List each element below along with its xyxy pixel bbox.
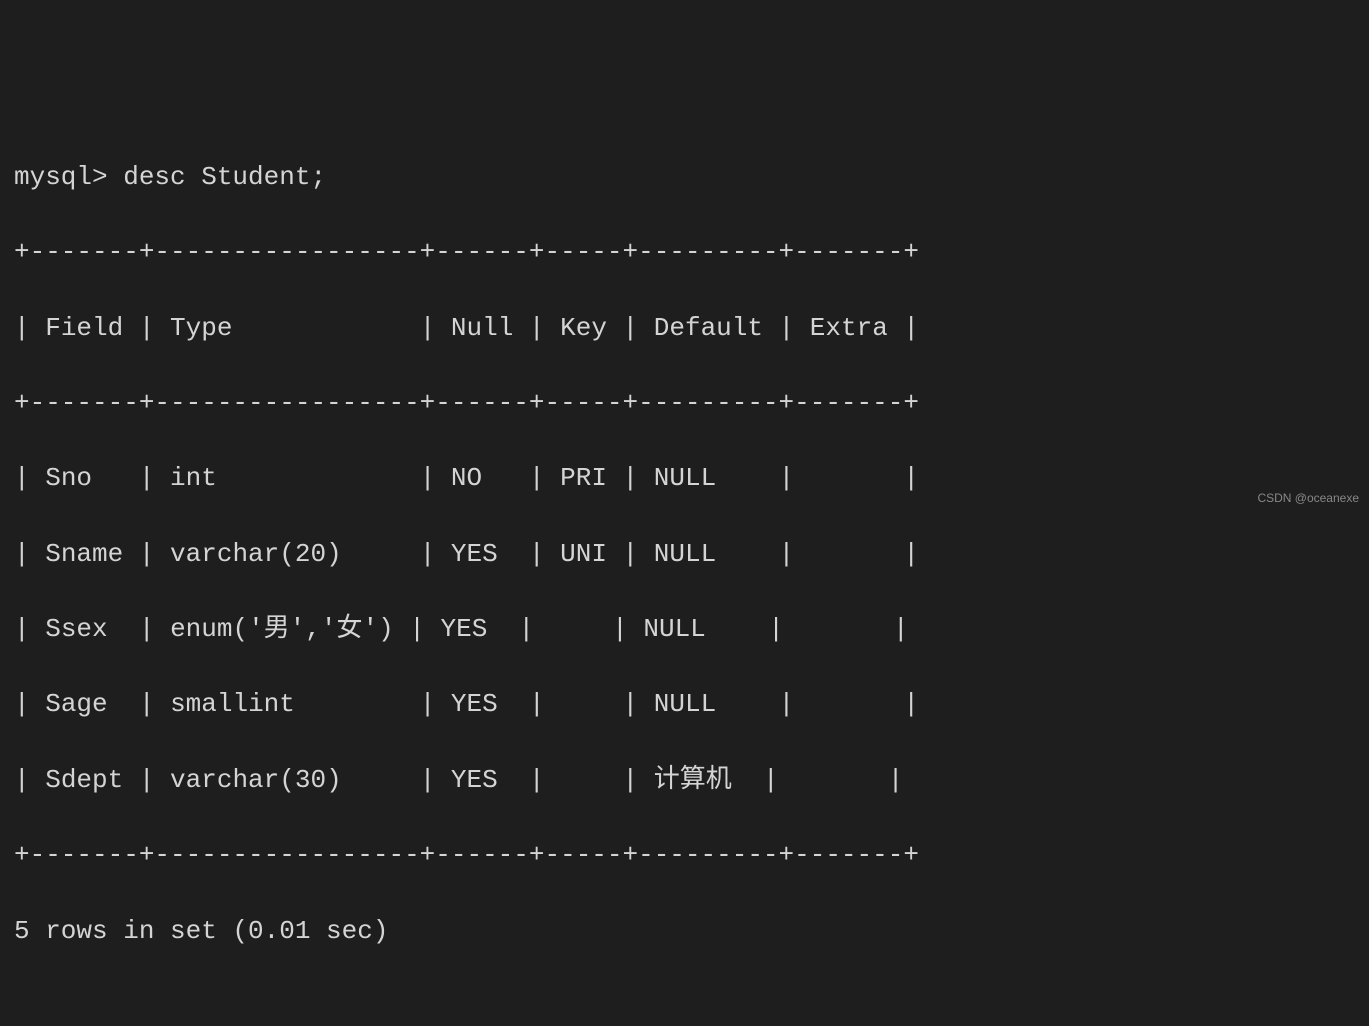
table-row: | Sage | smallint | YES | | NULL | | xyxy=(14,686,1355,724)
cell-key: UNI xyxy=(560,539,607,569)
table-border-bottom: +-------+-----------------+------+-----+… xyxy=(14,837,1355,875)
cell-default: NULL xyxy=(643,614,705,644)
table-border-top: +-------+-----------------+------+-----+… xyxy=(14,234,1355,272)
table-row: | Sname | varchar(20) | YES | UNI | NULL… xyxy=(14,536,1355,574)
header-default: Default xyxy=(654,313,763,343)
header-key: Key xyxy=(560,313,607,343)
table-row: | Sno | int | NO | PRI | NULL | | xyxy=(14,460,1355,498)
cell-type: varchar(20) xyxy=(170,539,342,569)
cell-default: NULL xyxy=(654,539,716,569)
header-null: Null xyxy=(451,313,513,343)
cell-null: YES xyxy=(451,539,498,569)
cell-null: YES xyxy=(451,765,498,795)
table-row: | Sdept | varchar(30) | YES | | 计算机 | | xyxy=(14,762,1355,800)
cell-default: 计算机 xyxy=(654,765,732,795)
table-header-row: | Field | Type | Null | Key | Default | … xyxy=(14,310,1355,348)
cell-field: Ssex xyxy=(45,614,107,644)
cell-type: varchar(30) xyxy=(170,765,342,795)
cell-type: int xyxy=(170,463,217,493)
cell-default: NULL xyxy=(654,463,716,493)
cell-null: YES xyxy=(451,689,498,719)
header-extra: Extra xyxy=(810,313,888,343)
header-type: Type xyxy=(170,313,232,343)
cell-field: Sage xyxy=(45,689,107,719)
cell-null: NO xyxy=(451,463,482,493)
table-border-mid: +-------+-----------------+------+-----+… xyxy=(14,385,1355,423)
result-footer: 5 rows in set (0.01 sec) xyxy=(14,913,1355,951)
cell-type: smallint xyxy=(170,689,295,719)
cell-key: PRI xyxy=(560,463,607,493)
cell-default: NULL xyxy=(654,689,716,719)
watermark: CSDN @oceanexe xyxy=(1257,490,1359,507)
header-field: Field xyxy=(45,313,123,343)
cell-field: Sno xyxy=(45,463,92,493)
cell-field: Sdept xyxy=(45,765,123,795)
mysql-prompt: mysql> desc Student; xyxy=(14,159,1355,197)
cell-field: Sname xyxy=(45,539,123,569)
table-row: | Ssex | enum('男','女') | YES | | NULL | … xyxy=(14,611,1355,649)
cell-type: enum('男','女') xyxy=(170,614,394,644)
cell-null: YES xyxy=(441,614,488,644)
